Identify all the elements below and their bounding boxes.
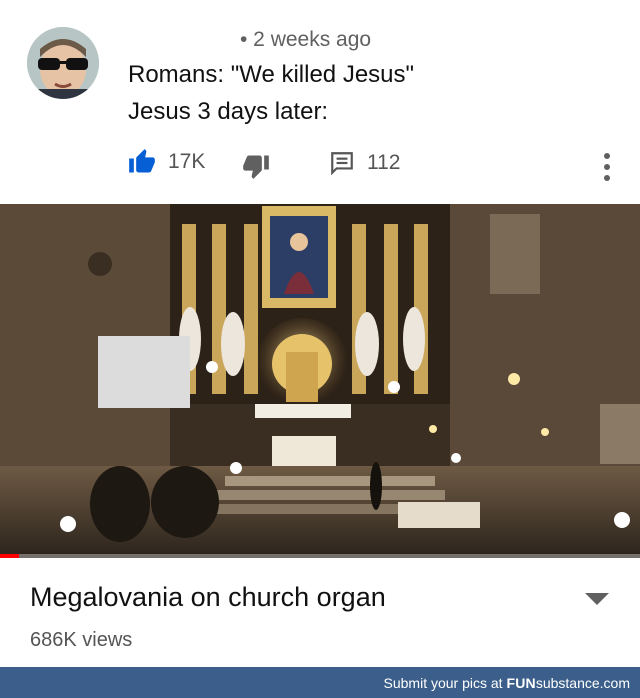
comment-actions: 17K 112: [0, 148, 640, 184]
video-progress-track[interactable]: [0, 554, 640, 558]
more-options-button[interactable]: [599, 152, 615, 182]
video-progress-fill: [0, 554, 20, 558]
comment-text-line-2: Jesus 3 days later:: [128, 98, 329, 125]
chevron-down-icon: [585, 593, 609, 605]
reply-icon: [331, 152, 353, 176]
view-count: 686K views: [30, 629, 133, 651]
church-interior-image: [0, 204, 640, 558]
watermark-lead: Submit your pics at: [383, 675, 507, 691]
watermark-brand-bold: FUN: [506, 675, 536, 691]
video-title[interactable]: Megalovania on church organ: [30, 582, 386, 613]
thumbs-up-icon: [129, 149, 155, 173]
watermark-brand-rest: substance.com: [535, 675, 630, 691]
comment-text-line-1: Romans: "We killed Jesus": [128, 61, 415, 88]
thumbs-down-icon: [243, 155, 269, 179]
expand-description-button[interactable]: [584, 592, 610, 606]
reply-button[interactable]: 112: [329, 150, 400, 176]
watermark-text: Submit your pics at FUNsubstance.com: [384, 675, 630, 691]
dislike-button[interactable]: [242, 152, 270, 180]
like-button[interactable]: 17K: [128, 148, 205, 176]
more-vert-icon: [604, 153, 610, 181]
comment-timestamp: • 2 weeks ago: [240, 28, 372, 51]
like-count: 17K: [168, 150, 206, 173]
reply-count: 112: [367, 151, 401, 174]
watermark-banner: Submit your pics at FUNsubstance.com: [0, 667, 640, 698]
avatar[interactable]: [27, 27, 99, 99]
user-avatar-icon: [27, 27, 99, 99]
video-thumbnail[interactable]: [0, 204, 640, 558]
